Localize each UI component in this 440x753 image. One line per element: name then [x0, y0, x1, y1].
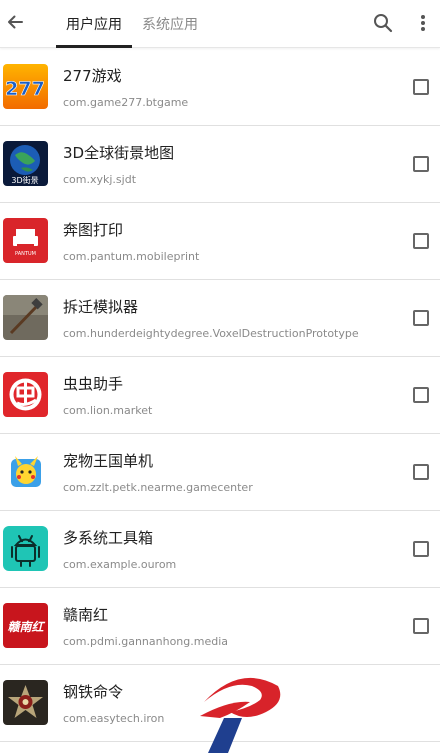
app-name: 3D全球街景地图 [63, 144, 175, 162]
list-item[interactable]: 虫虫助手 com.lion.market [0, 357, 440, 434]
select-checkbox[interactable] [413, 156, 429, 172]
app-package: com.game277.btgame [63, 96, 189, 109]
app-icon-text: PANTUM [15, 251, 36, 257]
app-icon [3, 680, 48, 725]
app-name: 多系统工具箱 [63, 529, 154, 547]
select-checkbox[interactable] [413, 541, 429, 557]
more-options-button[interactable] [408, 8, 438, 38]
list-item[interactable]: 3D街景 3D全球街景地图 com.xykj.sjdt [0, 126, 440, 203]
app-icon [3, 372, 48, 417]
search-icon [374, 14, 393, 33]
app-icon [3, 526, 48, 571]
app-icon: 3D街景 [3, 141, 48, 186]
app-name: 虫虫助手 [63, 375, 124, 393]
app-icon [3, 449, 48, 494]
app-icon: 赣南红 [3, 603, 48, 648]
list-item[interactable]: PANTUM 奔图打印 com.pantum.mobileprint [0, 203, 440, 280]
app-list: 277 277游戏 com.game277.btgame 3D街景 3D全球街景… [0, 49, 440, 742]
app-package: com.easytech.iron [63, 712, 165, 725]
list-item[interactable]: 拆迁模拟器 com.hunderdeightydegree.VoxelDestr… [0, 280, 440, 357]
app-icon-text: 277 [5, 78, 45, 100]
app-icon: PANTUM [3, 218, 48, 263]
back-button[interactable] [2, 8, 28, 36]
list-item[interactable]: 宠物王国单机 com.zzlt.petk.nearme.gamecenter [0, 434, 440, 511]
tab-user-apps-label: 用户应用 [66, 17, 122, 33]
list-item[interactable]: 277 277游戏 com.game277.btgame [0, 49, 440, 126]
list-item[interactable]: 多系统工具箱 com.example.ourom [0, 511, 440, 588]
tab-indicator [56, 45, 132, 48]
app-name: 奔图打印 [63, 221, 124, 239]
select-checkbox[interactable] [413, 79, 429, 95]
tab-system-apps-label: 系统应用 [142, 17, 198, 33]
select-checkbox[interactable] [413, 310, 429, 326]
watermark-logo [200, 677, 281, 753]
app-name: 钢铁命令 [63, 683, 124, 701]
arrow-back-icon [8, 15, 23, 29]
app-package: com.hunderdeightydegree.VoxelDestruction… [63, 327, 359, 340]
app-name: 277游戏 [63, 67, 122, 85]
search-button[interactable] [368, 8, 398, 38]
more-vert-icon [421, 15, 425, 31]
tab-system-apps[interactable]: 系统应用 [132, 0, 208, 48]
select-checkbox[interactable] [413, 464, 429, 480]
top-app-bar: 用户应用 系统应用 [0, 0, 440, 48]
app-icon-text: 3D街景 [11, 175, 38, 185]
tab-user-apps[interactable]: 用户应用 [56, 0, 132, 48]
app-name: 宠物王国单机 [63, 452, 154, 470]
app-package: com.xykj.sjdt [63, 173, 137, 186]
app-package: com.pdmi.gannanhong.media [63, 635, 229, 648]
app-package: com.pantum.mobileprint [63, 250, 200, 263]
app-icon [3, 295, 48, 340]
app-package: com.example.ourom [63, 558, 177, 571]
app-package: com.lion.market [63, 404, 153, 417]
app-icon: 277 [3, 64, 48, 109]
app-icon-text: 赣南红 [7, 620, 45, 634]
app-name: 赣南红 [63, 606, 109, 624]
app-name: 拆迁模拟器 [63, 298, 139, 316]
select-checkbox[interactable] [413, 618, 429, 634]
select-checkbox[interactable] [413, 233, 429, 249]
list-item[interactable]: 赣南红 赣南红 com.pdmi.gannanhong.media [0, 588, 440, 665]
select-checkbox[interactable] [413, 387, 429, 403]
app-package: com.zzlt.petk.nearme.gamecenter [63, 481, 253, 494]
